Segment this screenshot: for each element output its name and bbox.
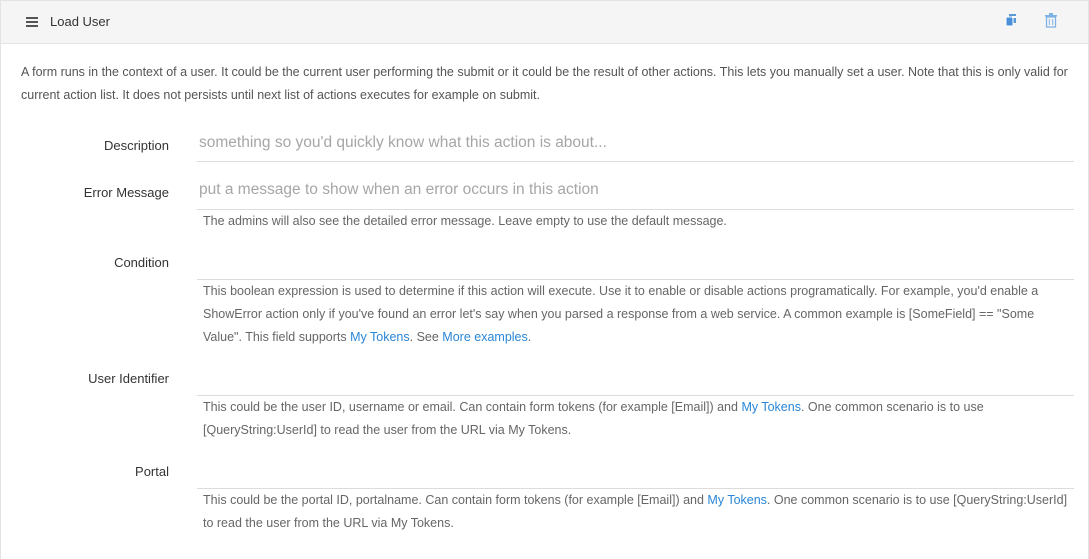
condition-input[interactable] <box>197 251 1074 269</box>
intro-text: A form runs in the context of a user. It… <box>21 65 1068 102</box>
user-identifier-help-text: This could be the user ID, username or e… <box>203 400 742 414</box>
panel-title: Load User <box>50 14 110 29</box>
more-examples-link[interactable]: More examples <box>442 330 527 344</box>
condition-field <box>197 251 1074 280</box>
portal-help: This could be the portal ID, portalname.… <box>203 489 1073 535</box>
description-input[interactable] <box>197 134 1074 152</box>
user-identifier-help: This could be the user ID, username or e… <box>203 396 1073 442</box>
description-label: Description <box>103 138 169 153</box>
condition-help-text: This boolean expression is used to deter… <box>203 284 1039 344</box>
portal-label: Portal <box>135 464 169 479</box>
condition-help-text: . See <box>409 330 443 344</box>
error-message-help: The admins will also see the detailed er… <box>203 214 727 228</box>
portal-help-text: This could be the portal ID, portalname.… <box>203 493 708 507</box>
condition-label: Condition <box>114 255 169 270</box>
trash-icon[interactable] <box>1043 12 1059 30</box>
copy-icon[interactable] <box>1004 12 1020 30</box>
my-tokens-link[interactable]: My Tokens <box>350 330 410 344</box>
condition-help: This boolean expression is used to deter… <box>203 280 1073 349</box>
error-message-input[interactable] <box>197 181 1074 199</box>
my-tokens-link[interactable]: My Tokens <box>707 493 767 507</box>
portal-field <box>197 460 1074 489</box>
user-identifier-field <box>197 367 1074 396</box>
description-field <box>197 134 1074 162</box>
portal-input[interactable] <box>197 460 1074 478</box>
condition-help-text: . <box>527 330 532 344</box>
drag-handle-icon[interactable] <box>26 17 38 27</box>
user-identifier-label: User Identifier <box>88 371 169 386</box>
my-tokens-link[interactable]: My Tokens <box>741 400 801 414</box>
panel-header: Load User <box>1 1 1088 44</box>
user-identifier-input[interactable] <box>197 367 1074 385</box>
action-panel: Load User A form runs in the context of … <box>0 0 1089 559</box>
error-message-field <box>197 181 1074 210</box>
error-message-label: Error Message <box>83 185 169 200</box>
